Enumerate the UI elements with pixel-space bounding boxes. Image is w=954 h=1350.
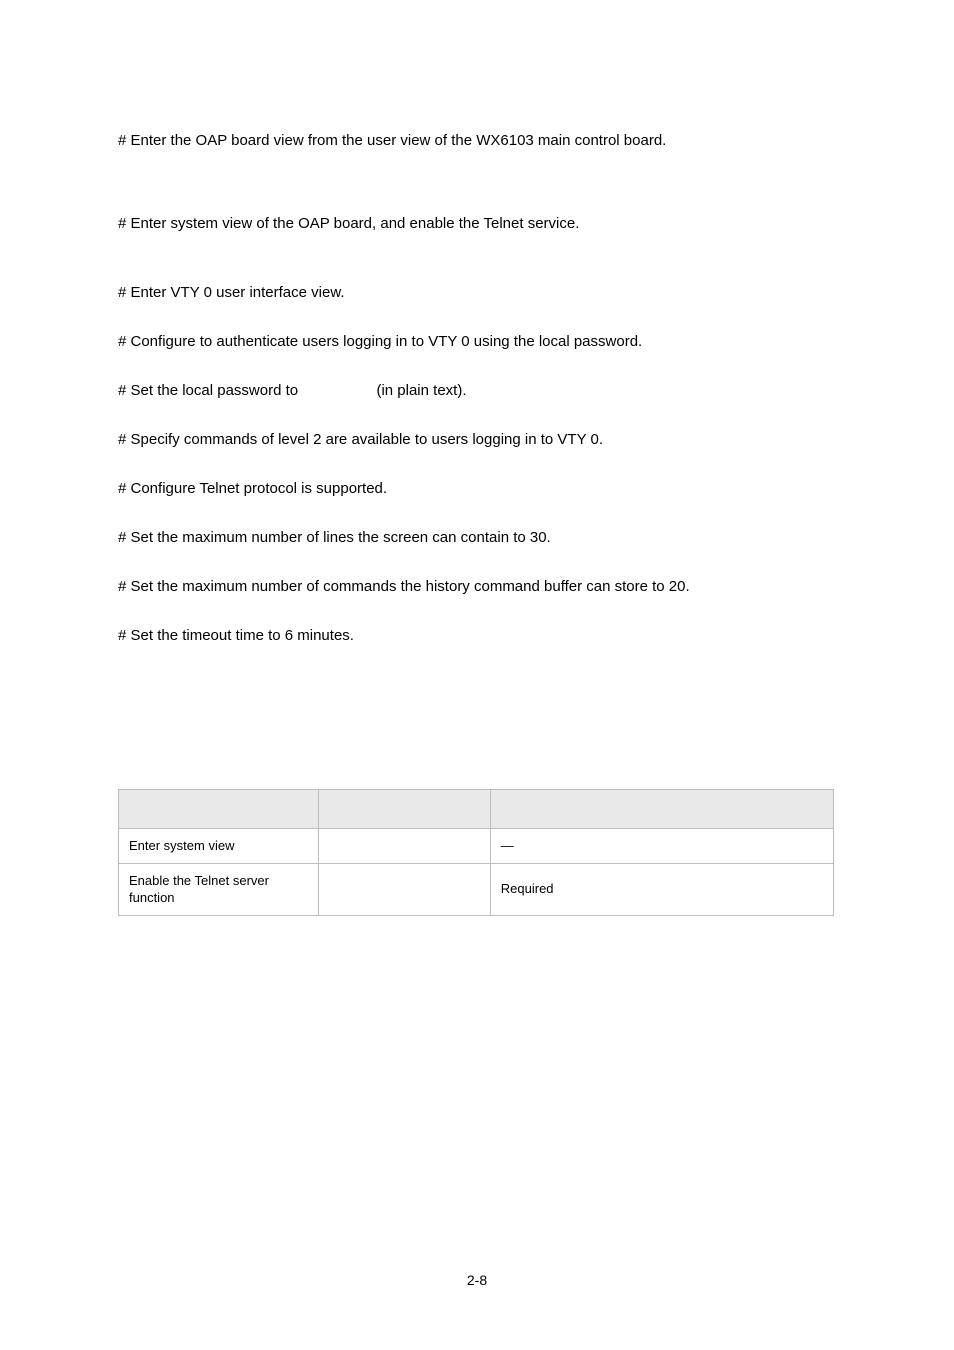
step-enter-oap-board-view: # Enter the OAP board view from the user…	[118, 130, 834, 151]
step-enter-system-view-enable-telnet: # Enter system view of the OAP board, an…	[118, 213, 834, 234]
step-configure-telnet-supported: # Configure Telnet protocol is supported…	[118, 478, 834, 499]
table-cell-remarks: —	[490, 829, 833, 864]
table-cell-command	[319, 829, 491, 864]
table-row: Enter system view —	[119, 829, 834, 864]
spacer	[118, 611, 834, 625]
table-cell-command	[319, 863, 491, 915]
step-set-timeout: # Set the timeout time to 6 minutes.	[118, 625, 834, 646]
spacer	[118, 562, 834, 576]
step-set-history-buffer-size: # Set the maximum number of commands the…	[118, 576, 834, 597]
step-set-max-screen-lines: # Set the maximum number of lines the sc…	[118, 527, 834, 548]
step-configure-auth-local-password: # Configure to authenticate users loggin…	[118, 331, 834, 352]
spacer	[118, 248, 834, 282]
spacer	[118, 317, 834, 331]
table-cell-operation: Enable the Telnet server function	[119, 863, 319, 915]
table-header-cell	[490, 790, 833, 829]
table-header-row	[119, 790, 834, 829]
table-cell-operation: Enter system view	[119, 829, 319, 864]
spacer	[118, 366, 834, 380]
spacer	[118, 513, 834, 527]
page: # Enter the OAP board view from the user…	[0, 0, 954, 1350]
step-set-local-password-suffix: (in plain text).	[372, 382, 466, 399]
table-cell-remarks: Required	[490, 863, 833, 915]
step-set-local-password: # Set the local password to (in plain te…	[118, 380, 834, 401]
spacer	[118, 165, 834, 213]
table-row: Enable the Telnet server function Requir…	[119, 863, 834, 915]
step-specify-level-2-commands: # Specify commands of level 2 are availa…	[118, 429, 834, 450]
table-header-cell	[119, 790, 319, 829]
step-set-local-password-prefix: # Set the local password to	[118, 382, 302, 399]
config-table: Enter system view — Enable the Telnet se…	[118, 789, 834, 916]
table-header-cell	[319, 790, 491, 829]
spacer	[118, 660, 834, 775]
step-enter-vty0-view: # Enter VTY 0 user interface view.	[118, 282, 834, 303]
spacer	[118, 415, 834, 429]
spacer	[118, 464, 834, 478]
page-number: 2-8	[0, 1272, 954, 1288]
